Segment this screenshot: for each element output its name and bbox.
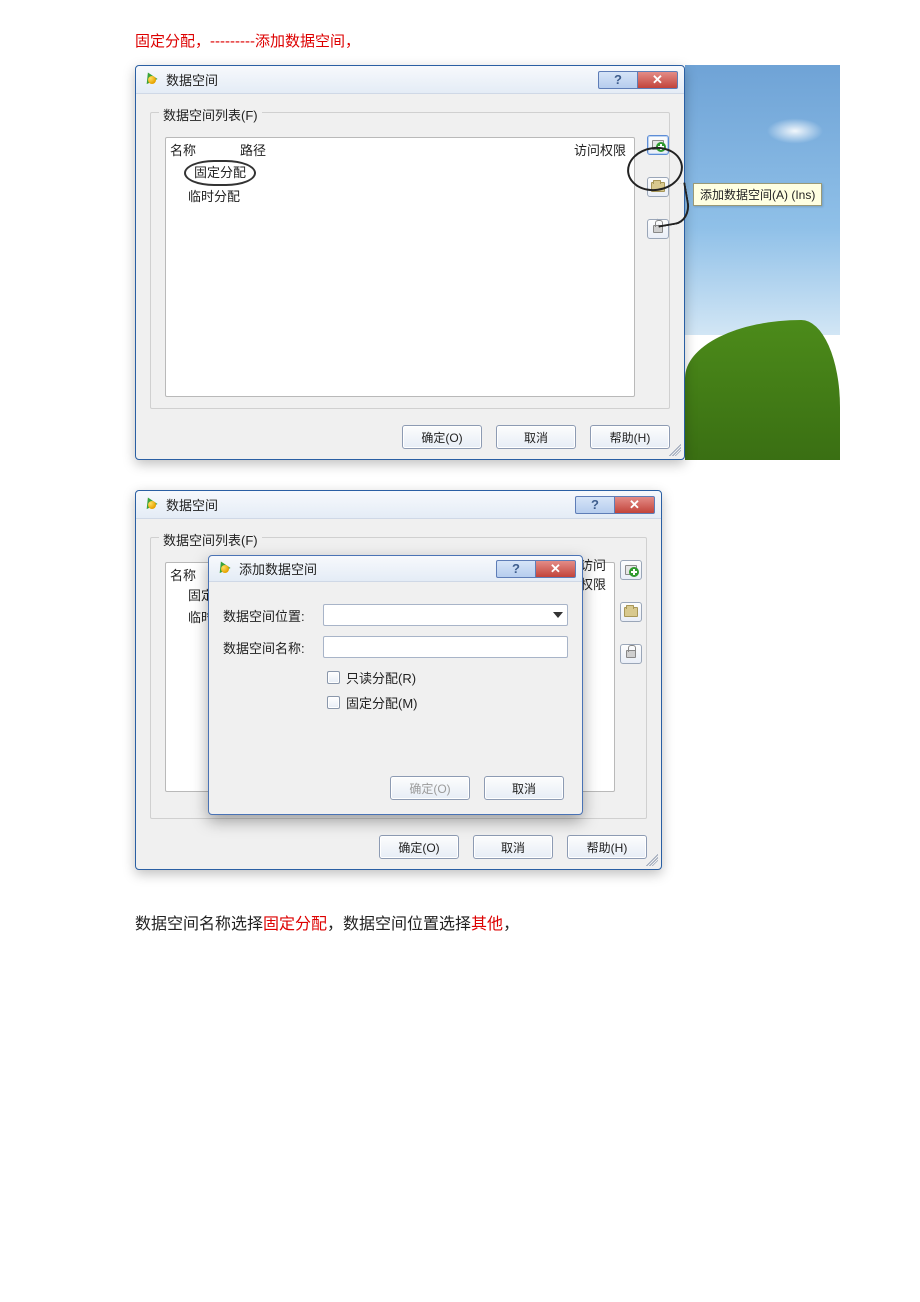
desktop-wallpaper — [685, 65, 840, 460]
dialog-title: 数据空间 — [166, 495, 218, 514]
ok-button[interactable]: 确定(O) — [379, 835, 459, 859]
caption-2-p2: ，数据空间位置选择 — [327, 916, 471, 933]
folder-icon — [651, 182, 665, 192]
app-icon — [144, 72, 160, 88]
caption-2-red2: 其他 — [471, 916, 503, 933]
help-button-bottom[interactable]: 帮助(H) — [590, 425, 670, 449]
open-folder-button[interactable] — [647, 177, 669, 197]
app-icon — [144, 497, 160, 513]
checkbox-readonly[interactable] — [327, 671, 340, 684]
box-plus-icon — [652, 140, 664, 150]
tree-item-temp[interactable]: 临时分配 — [166, 186, 634, 208]
dialog-buttons: 确定(O) 取消 帮助(H) — [402, 425, 670, 449]
cancel-button[interactable]: 取消 — [496, 425, 576, 449]
caption-1: 固定分配，---------添加数据空间， — [135, 30, 920, 51]
help-button-bottom[interactable]: 帮助(H) — [567, 835, 647, 859]
lock-button[interactable] — [620, 644, 642, 664]
cancel-button[interactable]: 取消 — [484, 776, 564, 800]
caption-1-fixed: 固定分配， — [135, 33, 210, 50]
dataspace-dialog: 数据空间 ? ✕ 数据空间列表(F) 名称 路径 访问权限 — [135, 65, 685, 460]
lock-icon — [626, 650, 636, 658]
row-readonly[interactable]: 只读分配(R) — [327, 668, 568, 687]
close-button[interactable]: ✕ — [615, 496, 655, 514]
lock-icon — [653, 225, 663, 233]
help-icon: ? — [614, 72, 622, 87]
titlebar[interactable]: 数据空间 ? ✕ — [136, 66, 684, 94]
close-icon: ✕ — [550, 561, 561, 577]
caption-2-p1: 数据空间名称选择 — [135, 916, 263, 933]
chevron-down-icon — [553, 612, 563, 618]
side-buttons — [620, 560, 642, 664]
help-icon: ? — [512, 561, 520, 576]
help-button[interactable]: ? — [598, 71, 638, 89]
dialog-buttons: 确定(O) 取消 帮助(H) — [379, 835, 647, 859]
col-name: 名称 — [170, 140, 240, 159]
col-path: 路径 — [240, 140, 570, 159]
dataspace-groupbox: 数据空间列表(F) 名称 路径 访问权限 固定分配 临时分配 — [150, 112, 670, 409]
add-tooltip: 添加数据空间(A) (Ins) — [693, 183, 822, 206]
tree-item-fixed[interactable]: 固定分配 — [184, 160, 256, 186]
help-button[interactable]: ? — [496, 560, 536, 578]
folder-icon — [624, 607, 638, 617]
dataspace-list[interactable]: 名称 路径 访问权限 固定分配 临时分配 — [165, 137, 635, 397]
caption-1-dashes: --------- — [210, 33, 255, 50]
inner-dialog-buttons: 确定(O) 取消 — [390, 776, 564, 800]
col-perm: 访问权限 — [570, 140, 630, 159]
titlebar[interactable]: 添加数据空间 ? ✕ — [209, 556, 582, 582]
ok-button[interactable]: 确定(O) — [402, 425, 482, 449]
side-buttons — [647, 135, 669, 239]
location-combobox[interactable] — [323, 604, 568, 626]
close-icon: ✕ — [652, 72, 663, 88]
box-plus-icon — [625, 565, 637, 575]
ok-button[interactable]: 确定(O) — [390, 776, 470, 800]
resize-grip[interactable] — [646, 854, 658, 866]
cancel-button[interactable]: 取消 — [473, 835, 553, 859]
help-icon: ? — [591, 497, 599, 512]
name-input[interactable] — [323, 636, 568, 658]
dataspace-dialog-2: 数据空间 ? ✕ 数据空间列表(F) 名称 路径 访问权限 固定分 — [135, 490, 662, 870]
row-fixed[interactable]: 固定分配(M) — [327, 693, 568, 712]
titlebar[interactable]: 数据空间 ? ✕ — [136, 491, 661, 519]
list-header: 名称 路径 访问权限 — [166, 138, 634, 160]
label-name: 数据空间名称: — [223, 638, 323, 657]
row-name: 数据空间名称: — [223, 636, 568, 658]
add-dataspace-dialog: 添加数据空间 ? ✕ 数据空间位置: 数据空间名称: 只 — [208, 555, 583, 815]
dialog-title: 数据空间 — [166, 70, 218, 89]
caption-2-p3: ， — [503, 916, 519, 933]
label-readonly: 只读分配(R) — [346, 668, 416, 687]
group-label: 数据空间列表(F) — [159, 530, 262, 549]
screenshot-1: 数据空间 ? ✕ 数据空间列表(F) 名称 路径 访问权限 — [135, 65, 840, 460]
lock-button[interactable] — [647, 219, 669, 239]
close-button[interactable]: ✕ — [536, 560, 576, 578]
dialog-title: 添加数据空间 — [239, 559, 317, 578]
group-label: 数据空间列表(F) — [159, 105, 262, 124]
help-button[interactable]: ? — [575, 496, 615, 514]
add-dataspace-button[interactable] — [620, 560, 642, 580]
caption-2-red1: 固定分配 — [263, 916, 327, 933]
label-fixed: 固定分配(M) — [346, 693, 418, 712]
close-icon: ✕ — [629, 497, 640, 513]
caption-1-action: 添加数据空间， — [255, 33, 360, 50]
caption-2: 数据空间名称选择固定分配，数据空间位置选择其他， — [135, 910, 920, 934]
screenshot-2: 数据空间 ? ✕ 数据空间列表(F) 名称 路径 访问权限 固定分 — [135, 490, 662, 870]
add-dataspace-button[interactable] — [647, 135, 669, 155]
label-location: 数据空间位置: — [223, 606, 323, 625]
resize-grip[interactable] — [669, 444, 681, 456]
open-folder-button[interactable] — [620, 602, 642, 622]
row-location: 数据空间位置: — [223, 604, 568, 626]
close-button[interactable]: ✕ — [638, 71, 678, 89]
checkbox-fixed[interactable] — [327, 696, 340, 709]
app-icon — [217, 561, 233, 577]
